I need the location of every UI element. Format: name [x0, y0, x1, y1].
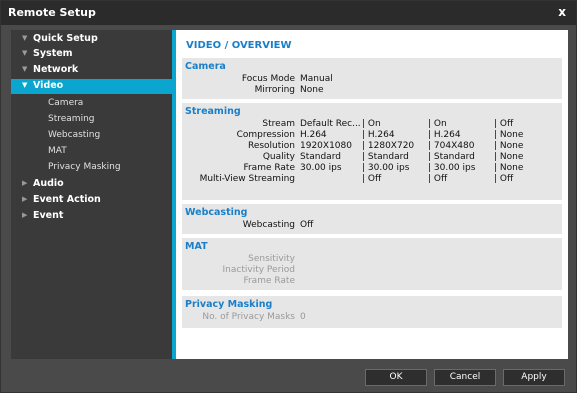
- row-value: Manual: [300, 74, 333, 84]
- row-value: | 704X480: [428, 141, 475, 151]
- page-title: VIDEO / OVERVIEW: [186, 40, 292, 51]
- row-value: | Off: [494, 119, 514, 129]
- row-value: | H.264: [362, 130, 395, 140]
- section-title: MAT: [185, 241, 208, 252]
- mat-section: MAT Sensitivity Inactivity Period Frame …: [182, 238, 562, 290]
- row-value: | 30.00 ips: [428, 163, 476, 173]
- chevron-right-icon: ▶: [22, 195, 28, 203]
- sidebar-item-audio[interactable]: ▶ Audio: [11, 177, 172, 192]
- camera-section: Camera Focus Mode Manual Mirroring None: [182, 58, 562, 99]
- row-value: | None: [494, 130, 524, 140]
- chevron-down-icon: ▼: [22, 34, 28, 42]
- row-value: | Off: [428, 174, 448, 184]
- row-value: 30.00 ips: [300, 163, 342, 173]
- sidebar-subitem-label: MAT: [48, 146, 67, 156]
- sidebar-item-label: System: [33, 48, 73, 59]
- row-value: None: [300, 85, 324, 95]
- sidebar-item-label: Quick Setup: [33, 33, 98, 44]
- section-title: Webcasting: [185, 207, 248, 218]
- title-bar: Remote Setup x: [1, 1, 576, 25]
- sidebar-subitem-streaming[interactable]: Streaming: [11, 112, 172, 127]
- apply-button[interactable]: Apply: [503, 369, 565, 386]
- row-value: | Off: [362, 174, 382, 184]
- sidebar-item-quick-setup[interactable]: ▼ Quick Setup: [11, 32, 172, 47]
- sidebar-item-label: Video: [33, 80, 64, 91]
- sidebar-subitem-label: Streaming: [48, 114, 95, 124]
- sidebar-item-label: Audio: [33, 178, 64, 189]
- row-label: Frame Rate: [243, 276, 295, 286]
- sidebar-subitem-mat[interactable]: MAT: [11, 144, 172, 159]
- row-value: | H.264: [428, 130, 461, 140]
- sidebar-item-event[interactable]: ▶ Event: [11, 209, 172, 224]
- chevron-down-icon: ▼: [22, 81, 28, 89]
- row-value: | 1280X720: [362, 141, 415, 151]
- sidebar-item-label: Event: [33, 210, 64, 221]
- row-label: Inactivity Period: [222, 265, 295, 275]
- row-value: 1920X1080: [300, 141, 352, 151]
- section-title: Streaming: [185, 106, 241, 117]
- window-title: Remote Setup: [8, 6, 96, 19]
- row-value: | Off: [494, 174, 514, 184]
- sidebar-subitem-privacy-masking[interactable]: Privacy Masking: [11, 160, 172, 175]
- webcasting-section: Webcasting Webcasting Off: [182, 204, 562, 234]
- sidebar-item-label: Event Action: [33, 194, 101, 205]
- chevron-right-icon: ▶: [22, 211, 28, 219]
- row-label: No. of Privacy Masks: [202, 312, 295, 322]
- row-label: Compression: [236, 130, 295, 140]
- row-label: Frame Rate: [243, 163, 295, 173]
- content-panel: VIDEO / OVERVIEW Camera Focus Mode Manua…: [176, 30, 568, 359]
- row-label: Resolution: [247, 141, 295, 151]
- row-value: Off: [300, 220, 314, 230]
- sidebar-subitem-camera[interactable]: Camera: [11, 96, 172, 111]
- section-title: Privacy Masking: [185, 299, 273, 310]
- row-value: | 30.00 ips: [362, 163, 410, 173]
- sidebar-item-network[interactable]: ▼ Network: [11, 63, 172, 78]
- remote-setup-window: Remote Setup x ▼ Quick Setup ▼ System ▼ …: [0, 0, 577, 393]
- sidebar-item-system[interactable]: ▼ System: [11, 47, 172, 62]
- sidebar-subitem-webcasting[interactable]: Webcasting: [11, 128, 172, 143]
- row-value: | On: [362, 119, 381, 129]
- ok-button[interactable]: OK: [365, 369, 427, 386]
- section-title: Camera: [185, 61, 226, 72]
- row-value: | None: [494, 152, 524, 162]
- sidebar-item-event-action[interactable]: ▶ Event Action: [11, 193, 172, 208]
- sidebar-subitem-label: Camera: [48, 98, 84, 108]
- row-value: | None: [494, 141, 524, 151]
- row-value: H.264: [300, 130, 327, 140]
- row-value: | On: [428, 119, 447, 129]
- row-label: Multi-View Streaming: [199, 174, 295, 184]
- row-value: | None: [494, 163, 524, 173]
- row-label: Webcasting: [242, 220, 295, 230]
- sidebar-nav: ▼ Quick Setup ▼ System ▼ Network ▼ Video…: [11, 30, 172, 359]
- row-value: Default Rec...: [300, 119, 361, 129]
- streaming-section: Streaming Stream Default Rec... | On | O…: [182, 103, 562, 200]
- row-value: 0: [300, 312, 306, 322]
- sidebar-item-label: Network: [33, 64, 79, 75]
- chevron-right-icon: ▶: [22, 179, 28, 187]
- close-icon[interactable]: x: [558, 5, 566, 19]
- row-label: Mirroring: [254, 85, 295, 95]
- row-label: Focus Mode: [241, 74, 295, 84]
- row-value: Standard: [300, 152, 341, 162]
- row-value: | Standard: [428, 152, 475, 162]
- row-label: Stream: [262, 119, 295, 129]
- row-value: | Standard: [362, 152, 409, 162]
- row-label: Quality: [262, 152, 295, 162]
- sidebar-subitem-label: Webcasting: [48, 130, 101, 140]
- chevron-down-icon: ▼: [22, 49, 28, 57]
- privacy-masking-section: Privacy Masking No. of Privacy Masks 0: [182, 296, 562, 328]
- sidebar-item-video[interactable]: ▼ Video: [11, 79, 172, 94]
- row-label: Sensitivity: [248, 254, 295, 264]
- chevron-down-icon: ▼: [22, 65, 28, 73]
- cancel-button[interactable]: Cancel: [434, 369, 496, 386]
- sidebar-subitem-label: Privacy Masking: [48, 162, 121, 172]
